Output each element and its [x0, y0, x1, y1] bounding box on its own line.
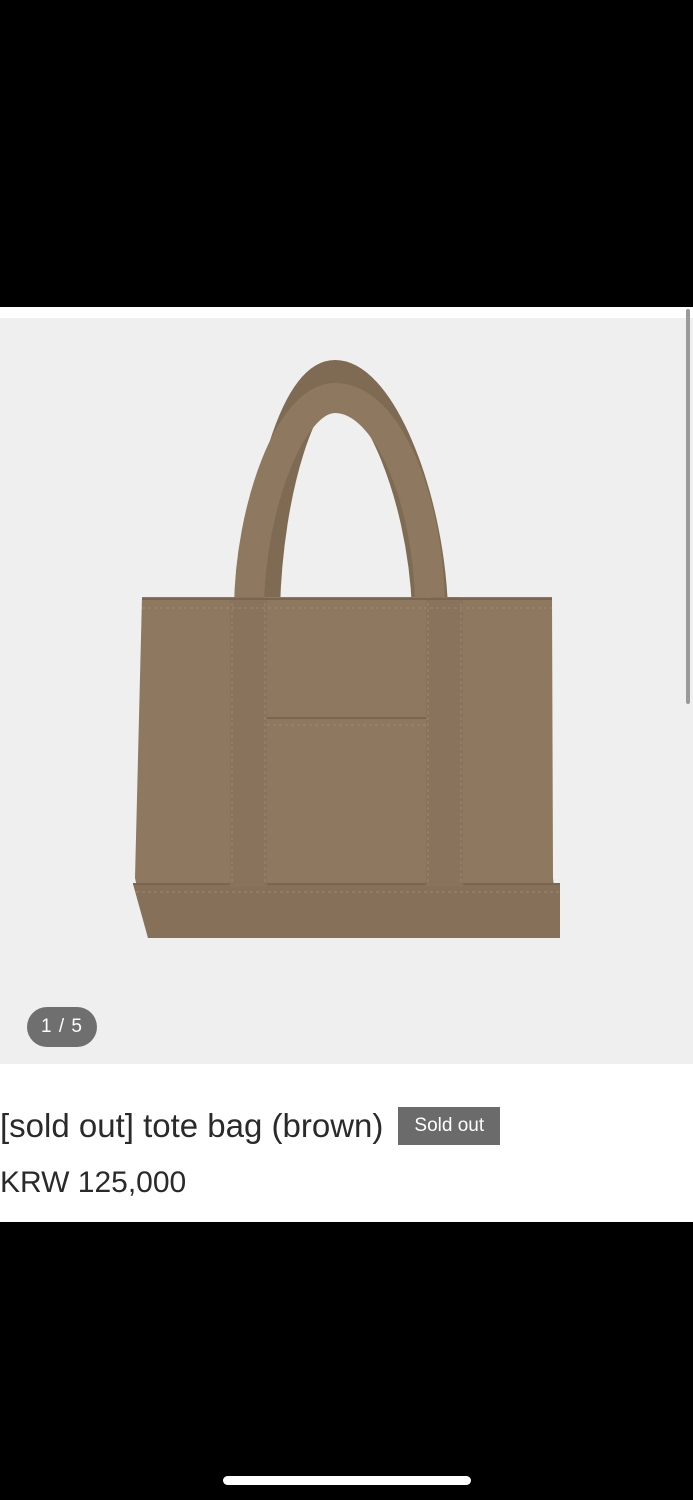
title-row: [sold out] tote bag (brown) Sold out	[0, 1104, 501, 1148]
top-black-area	[0, 0, 693, 307]
image-counter: 1 / 5	[27, 1007, 97, 1047]
sold-out-badge: Sold out	[398, 1107, 501, 1145]
bottom-black-area	[0, 1222, 693, 1500]
product-price: KRW 125,000	[0, 1166, 187, 1199]
product-info: [sold out] tote bag (brown) Sold out KRW…	[0, 1064, 693, 1222]
product-page: 1 / 5 [sold out] tote bag (brown) Sold o…	[0, 307, 693, 1222]
product-image-gallery[interactable]: 1 / 5	[0, 318, 693, 1064]
top-strip	[0, 307, 693, 318]
scrollbar[interactable]	[686, 309, 690, 704]
product-title: [sold out] tote bag (brown)	[0, 1107, 384, 1144]
home-indicator[interactable]	[223, 1476, 471, 1485]
tote-bag-image	[133, 359, 560, 938]
